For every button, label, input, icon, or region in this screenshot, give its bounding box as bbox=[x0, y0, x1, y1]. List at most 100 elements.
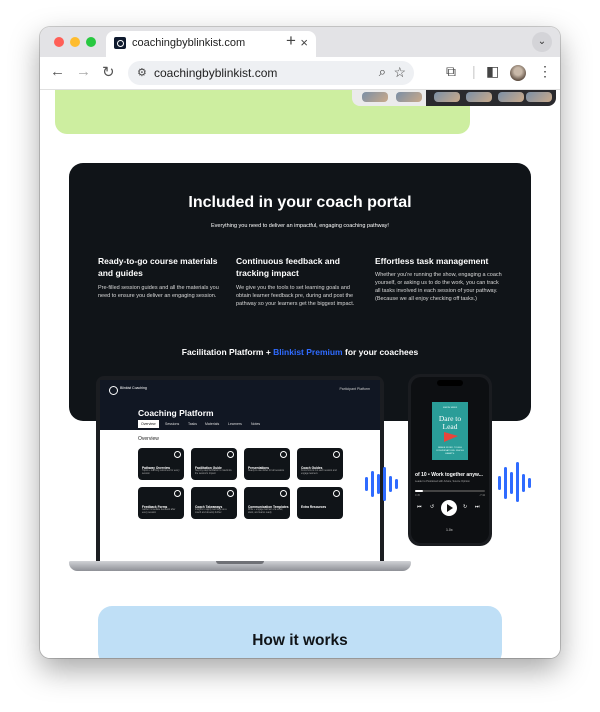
feature-body-materials: Pre-filled session guides and all the ma… bbox=[98, 285, 219, 299]
maximize-window-button[interactable] bbox=[86, 37, 96, 47]
zoom-icon[interactable]: ⌕ bbox=[379, 64, 386, 80]
facilitation-heading: Facilitation Platform + Blinkist Premium… bbox=[69, 347, 531, 357]
site-settings-icon[interactable]: ⚙ bbox=[137, 66, 147, 79]
audio-wave-bar bbox=[528, 478, 531, 488]
book-title: Dare to Lead bbox=[438, 414, 462, 431]
playback-progress-fill bbox=[415, 490, 424, 492]
laptop-notch bbox=[216, 561, 264, 564]
audio-wave-bar bbox=[522, 474, 525, 492]
card-body: Know how to run each session and engage … bbox=[301, 470, 337, 475]
extensions-puzzle-icon[interactable]: ⧉ bbox=[446, 63, 456, 80]
next-track-icon[interactable]: ⏭ bbox=[475, 504, 480, 510]
coach-photo bbox=[466, 92, 492, 102]
facilitation-prefix: Facilitation Platform + bbox=[181, 347, 271, 357]
coach-photo-strip-dark bbox=[426, 90, 556, 106]
rewind-icon[interactable]: ↺ bbox=[430, 504, 434, 510]
card-title: Extra Resources bbox=[301, 505, 327, 509]
card-body: Gather immediate feedback after every se… bbox=[142, 509, 176, 514]
audio-wave-bar bbox=[365, 477, 368, 491]
coach-photo bbox=[498, 92, 524, 102]
tab-coachingbyblinkist[interactable]: coachingbyblinkist.com × bbox=[106, 31, 316, 57]
tab-close-icon[interactable]: × bbox=[300, 35, 308, 50]
play-button[interactable] bbox=[441, 500, 457, 516]
audio-wave-bar bbox=[383, 467, 386, 501]
card-icon bbox=[227, 451, 234, 458]
new-tab-button[interactable]: + bbox=[286, 31, 296, 51]
platform-card[interactable]: Coach Takeaways Insights to apply learnin… bbox=[191, 487, 237, 519]
track-title: of 10 • Work together anyw... bbox=[415, 472, 483, 478]
phone-screen: SIMON SINEK Dare to Lead BRAVE WORK. TOU… bbox=[411, 377, 489, 543]
site-favicon-icon bbox=[114, 37, 126, 49]
coach-photo bbox=[434, 92, 460, 102]
phone-mockup: SIMON SINEK Dare to Lead BRAVE WORK. TOU… bbox=[408, 374, 492, 546]
card-icon bbox=[280, 490, 287, 497]
blinkist-logo-icon bbox=[109, 386, 118, 395]
book-author: SIMON SINEK bbox=[442, 407, 458, 409]
card-icon bbox=[333, 490, 340, 497]
platform-tab-notes[interactable]: Notes bbox=[248, 420, 263, 428]
platform-tab-sessions[interactable]: Sessions bbox=[162, 420, 182, 428]
how-it-works-section: How it works bbox=[98, 606, 502, 658]
audio-wave-bar bbox=[371, 471, 374, 497]
portal-title: Included in your coach portal bbox=[188, 194, 412, 211]
url-text[interactable]: coachingbyblinkist.com bbox=[154, 66, 277, 80]
platform-card[interactable]: Feedback Forms Gather immediate feedback … bbox=[138, 487, 184, 519]
how-it-works-title: How it works bbox=[252, 632, 348, 649]
facilitation-suffix: for your coachees bbox=[344, 347, 419, 357]
tab-search-button[interactable]: ⌄ bbox=[532, 32, 552, 52]
platform-card[interactable]: Communication Templates Write + engage le… bbox=[244, 487, 290, 519]
laptop-screen: Blinkist Coaching Participant Platform C… bbox=[100, 380, 380, 561]
reload-button[interactable]: ↻ bbox=[102, 63, 115, 81]
page-content: Included in your coach portal Everything… bbox=[40, 90, 560, 658]
audio-wave-bar bbox=[504, 467, 507, 499]
browser-window: coachingbyblinkist.com × + ⌄ ← → ↻ ⚙ coa… bbox=[40, 27, 560, 658]
side-panel-icon[interactable]: ◧ bbox=[486, 63, 499, 80]
profile-avatar[interactable] bbox=[510, 65, 526, 81]
card-body: Step-by-step facilitation to maximize th… bbox=[195, 470, 232, 475]
phone-notch bbox=[437, 380, 463, 386]
overview-heading: Overview bbox=[138, 436, 159, 442]
platform-card[interactable]: Presentations Ready-to-use slides for all… bbox=[244, 448, 290, 480]
track-subtitle: Leader to Positioned with Advice, Source… bbox=[415, 480, 470, 483]
bookmark-star-icon[interactable]: ☆ bbox=[393, 64, 406, 81]
coach-photo bbox=[526, 92, 552, 102]
platform-tab-learners[interactable]: Learners bbox=[225, 420, 245, 428]
card-body: Write + engage learners via email, slack… bbox=[248, 509, 283, 514]
platform-card[interactable]: Extra Resources bbox=[297, 487, 343, 519]
back-button[interactable]: ← bbox=[50, 63, 65, 80]
forward-button[interactable]: → bbox=[76, 63, 91, 80]
platform-tab-overview[interactable]: Overview bbox=[138, 420, 159, 428]
card-icon bbox=[174, 490, 181, 497]
card-icon bbox=[227, 490, 234, 497]
address-bar[interactable]: ⚙ coachingbyblinkist.com ⌕ ☆ bbox=[128, 61, 414, 85]
feature-title-feedback: Continuous feedback and tracking impact bbox=[236, 256, 340, 278]
platform-card[interactable]: Pathway Overview Topics + learning outcom… bbox=[138, 448, 184, 480]
browser-toolbar: ← → ↻ ⚙ coachingbyblinkist.com ⌕ ☆ ⧉ | ◧… bbox=[40, 57, 560, 90]
platform-card[interactable]: Coach Guides Know how to run each session… bbox=[297, 448, 343, 480]
blinkist-premium-link[interactable]: Blinkist Premium bbox=[273, 347, 342, 357]
platform-tab-tasks[interactable]: Tasks bbox=[185, 420, 200, 428]
platform-user: Participant Platform bbox=[339, 387, 370, 391]
feature-body-tasks: Whether you're running the show, engagin… bbox=[375, 272, 502, 302]
tab-title: coachingbyblinkist.com bbox=[132, 37, 246, 49]
platform-card[interactable]: Facilitation Guide Step-by-step facilitat… bbox=[191, 448, 237, 480]
close-window-button[interactable] bbox=[54, 37, 64, 47]
feature-title-materials: Ready-to-go course materials and guides bbox=[98, 256, 218, 278]
portal-subtitle: Everything you need to deliver an impact… bbox=[211, 223, 389, 229]
previous-track-icon[interactable]: ⏮ bbox=[417, 504, 422, 510]
platform-title: Coaching Platform bbox=[138, 408, 214, 418]
audio-wave-bar bbox=[389, 476, 392, 492]
fast-forward-icon[interactable]: ↻ bbox=[463, 504, 467, 510]
platform-tab-materials[interactable]: Materials bbox=[202, 420, 222, 428]
coach-photo bbox=[396, 92, 422, 102]
minimize-window-button[interactable] bbox=[70, 37, 80, 47]
playback-speed[interactable]: 1.0x bbox=[446, 528, 453, 532]
tab-bar: coachingbyblinkist.com × + ⌄ bbox=[40, 27, 560, 57]
feature-body-feedback: We give you the tools to set learning go… bbox=[236, 285, 355, 307]
playback-progress-bar[interactable] bbox=[415, 490, 485, 492]
browser-menu-icon[interactable]: ⋮ bbox=[538, 63, 552, 80]
laptop-mockup: Blinkist Coaching Participant Platform C… bbox=[96, 376, 384, 561]
feature-title-tasks: Effortless task management bbox=[375, 256, 489, 266]
card-body: Topics + learning outcomes for every ses… bbox=[142, 470, 180, 475]
platform-header: Blinkist Coaching Participant Platform C… bbox=[100, 380, 380, 430]
